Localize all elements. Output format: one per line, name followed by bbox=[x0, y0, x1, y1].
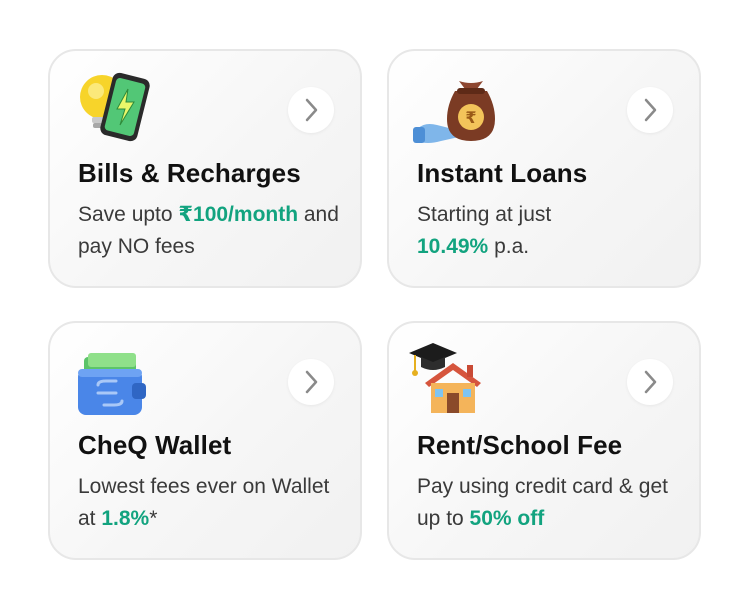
card-description: Lowest fees ever on Wallet at 1.8%* bbox=[78, 475, 330, 530]
highlight-text: ₹100/month bbox=[178, 203, 299, 226]
house-graduation-cap-icon bbox=[409, 343, 481, 413]
card-description: Pay using credit card & get up to 50% of… bbox=[417, 475, 668, 530]
highlight-text: 1.8% bbox=[101, 507, 150, 530]
card-title: Bills & Recharges bbox=[78, 158, 301, 188]
money-bag-hand-icon: ₹ bbox=[413, 81, 495, 143]
chevron-right-button[interactable] bbox=[288, 359, 334, 405]
highlight-text: 50% off bbox=[469, 507, 545, 530]
chevron-right-button[interactable] bbox=[627, 359, 673, 405]
card-title: Instant Loans bbox=[417, 158, 588, 188]
card-title: CheQ Wallet bbox=[78, 430, 232, 460]
wallet-icon bbox=[78, 353, 146, 415]
card-bills-recharges[interactable]: Bills & Recharges Save upto ₹100/month a… bbox=[48, 49, 362, 288]
lightbulb-phone-icon bbox=[80, 72, 150, 142]
svg-text:₹: ₹ bbox=[465, 108, 476, 127]
chevron-right-button[interactable] bbox=[627, 87, 673, 133]
chevron-right-icon bbox=[305, 98, 318, 122]
card-description: Starting at just 10.49% p.a. bbox=[417, 203, 552, 258]
chevron-right-icon bbox=[305, 370, 318, 394]
card-cheq-wallet[interactable]: CheQ Wallet Lowest fees ever on Wallet a… bbox=[48, 321, 362, 560]
chevron-right-button[interactable] bbox=[288, 87, 334, 133]
chevron-right-icon bbox=[644, 98, 657, 122]
card-rent-school-fee[interactable]: Rent/School Fee Pay using credit card & … bbox=[387, 321, 701, 560]
card-title: Rent/School Fee bbox=[417, 430, 623, 460]
chevron-right-icon bbox=[644, 370, 657, 394]
highlight-text: 10.49% bbox=[417, 235, 489, 258]
card-description: Save upto ₹100/month and pay NO fees bbox=[78, 203, 339, 258]
card-instant-loans[interactable]: ₹ Instant Loans Starting at just 10.49% … bbox=[387, 49, 701, 288]
